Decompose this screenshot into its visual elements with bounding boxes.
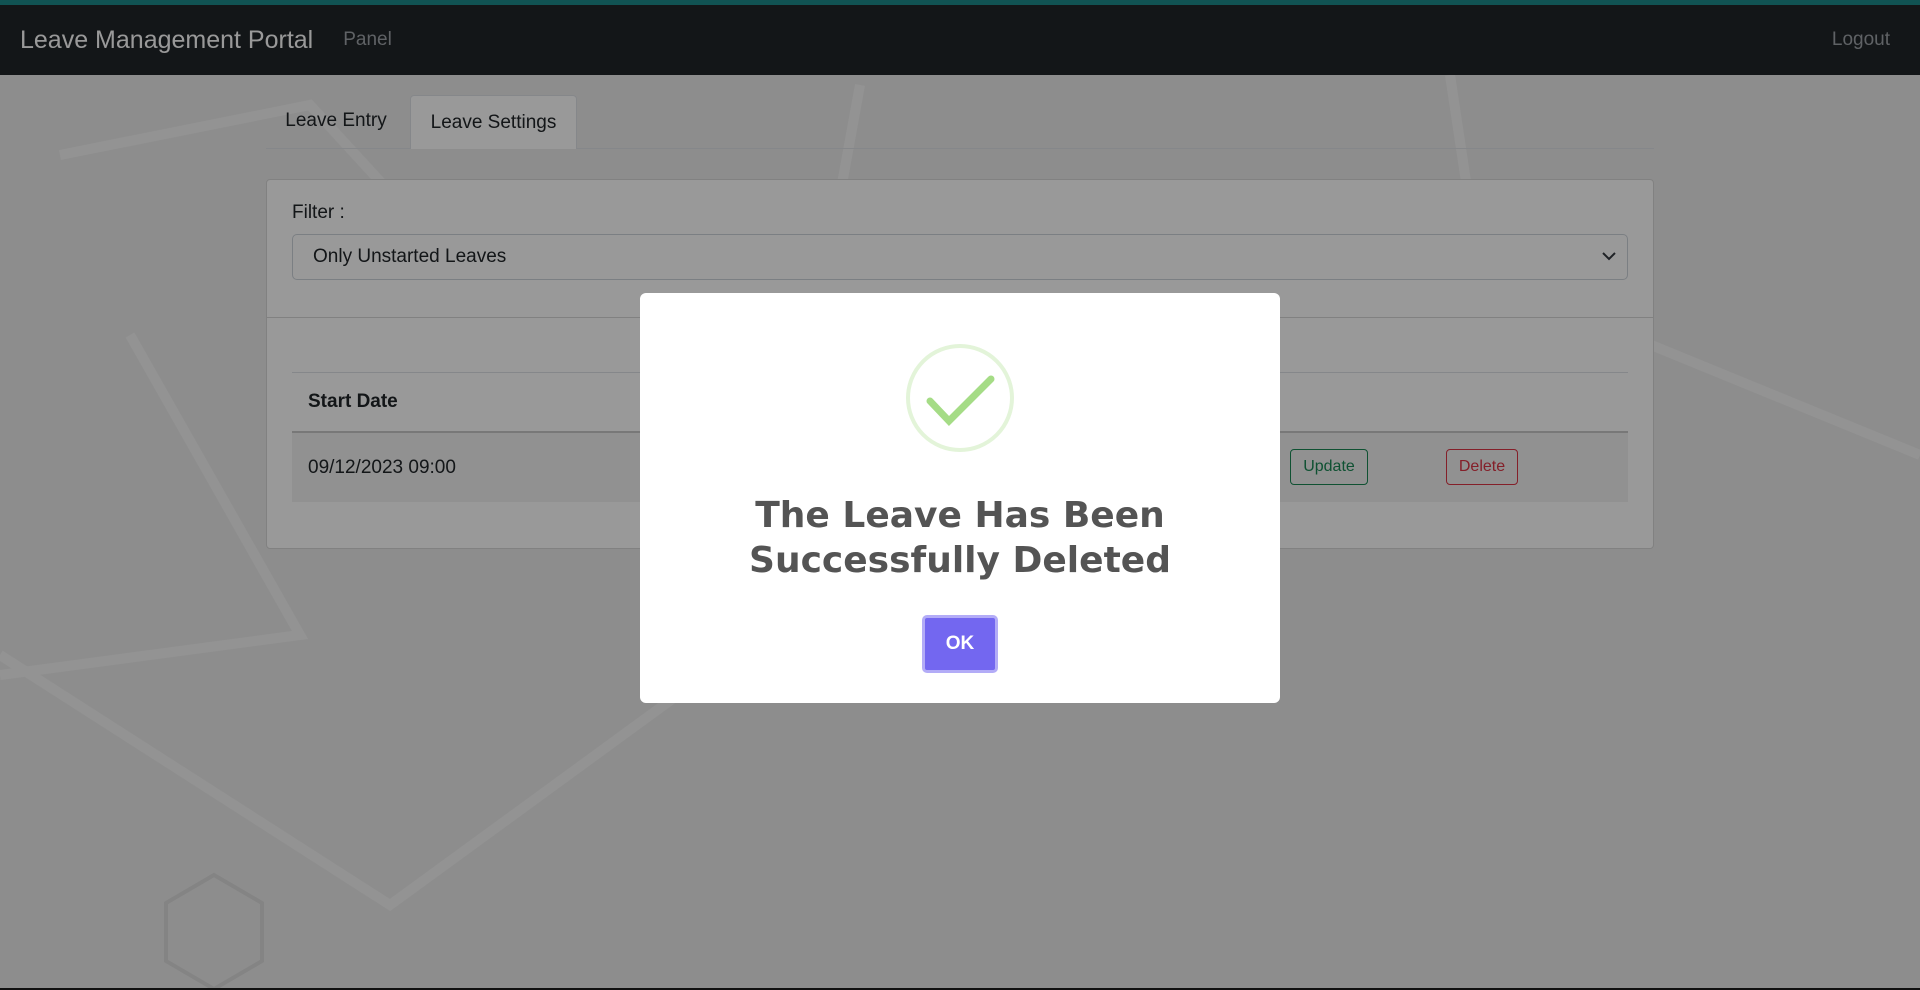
ok-button[interactable]: OK <box>922 615 998 673</box>
dialog-title: The Leave Has Been Successfully Deleted <box>749 495 1171 581</box>
success-dialog: The Leave Has Been Successfully Deleted … <box>640 293 1280 703</box>
success-check-icon <box>906 344 1014 452</box>
